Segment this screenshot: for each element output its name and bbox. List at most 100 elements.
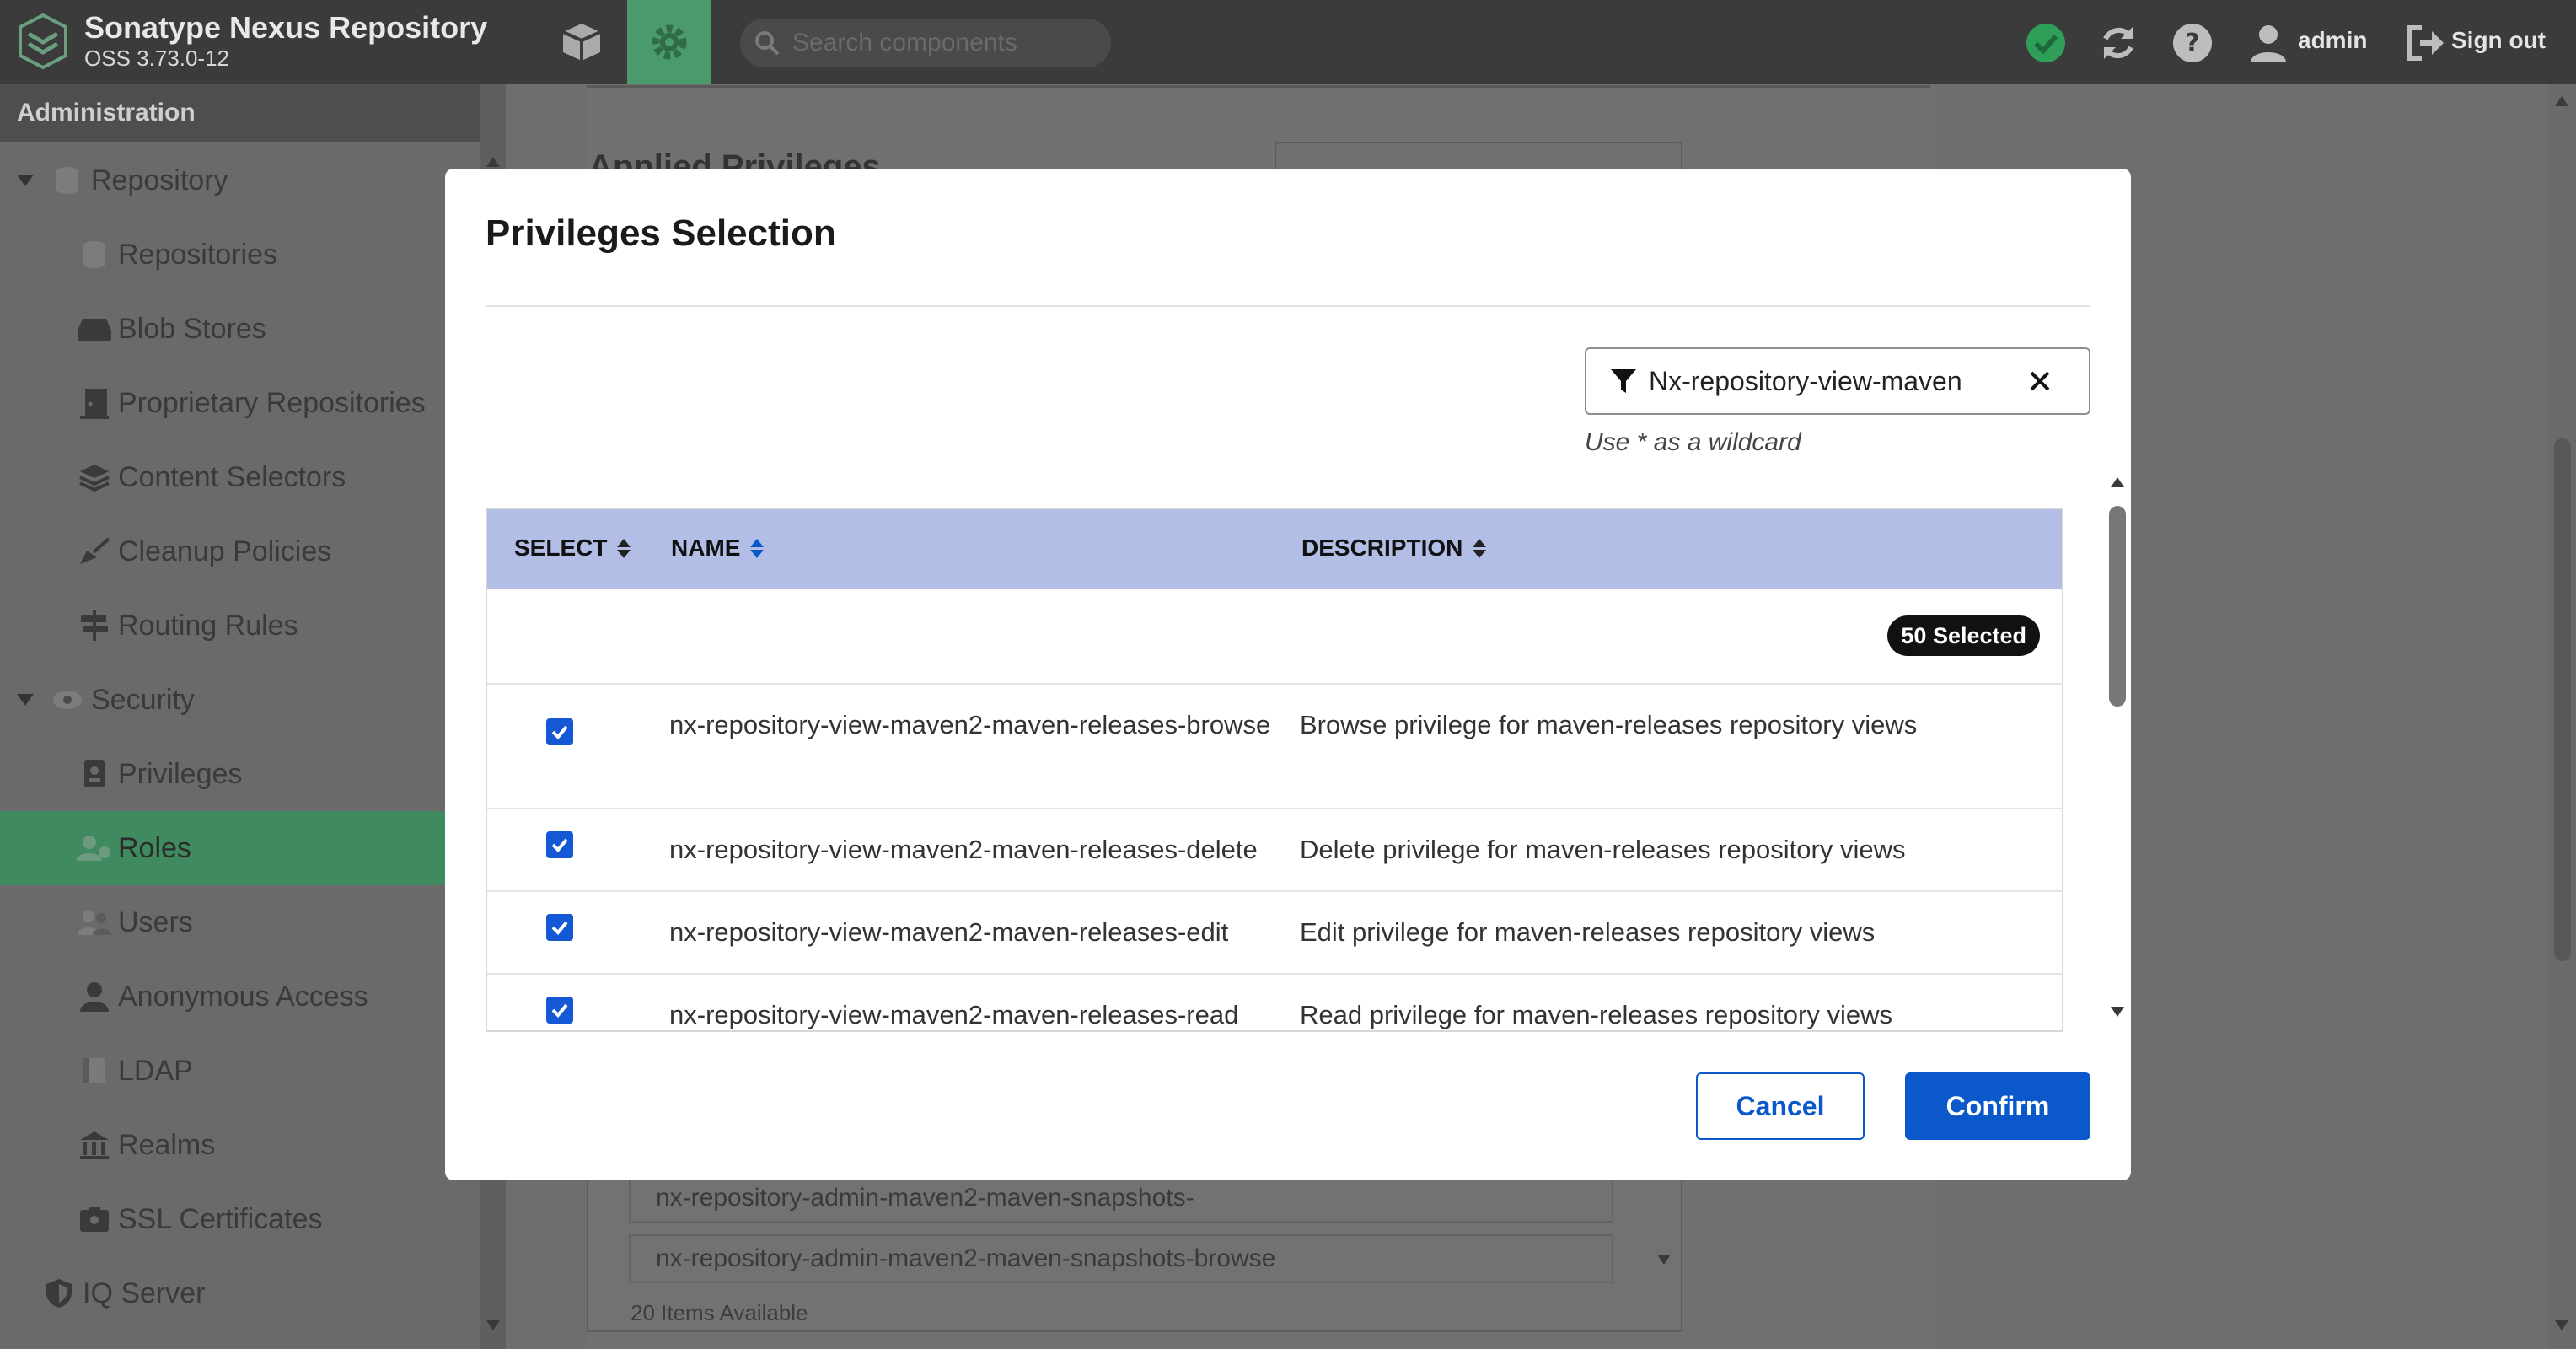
- sidebar-item-label: IQ Server: [83, 1276, 206, 1309]
- box-icon: [562, 24, 601, 61]
- sidebar-item-realms[interactable]: Realms: [0, 1108, 480, 1182]
- search-input[interactable]: [792, 29, 1096, 57]
- dialog-title: Privileges Selection: [486, 212, 836, 254]
- admin-sidebar: Administration Repository Repositories B…: [0, 84, 506, 1349]
- id-badge-icon: [76, 755, 113, 793]
- building-icon: [76, 1126, 113, 1164]
- sign-out-icon-wrap[interactable]: [2404, 20, 2450, 66]
- table-scroll-thumb[interactable]: [2109, 506, 2126, 707]
- sidebar-item-label: Security: [91, 683, 195, 716]
- sidebar-item-label: Repositories: [118, 238, 277, 271]
- sidebar-item-ssl-certificates[interactable]: SSL Certificates: [0, 1182, 480, 1256]
- confirm-button[interactable]: Confirm: [1905, 1072, 2090, 1140]
- app-version: OSS 3.73.0-12: [84, 46, 229, 71]
- sidebar-item-roles[interactable]: Roles: [0, 811, 480, 885]
- sidebar-item-blob-stores[interactable]: Blob Stores: [0, 292, 480, 366]
- search-icon: [755, 31, 780, 56]
- sidebar-item-anonymous-access[interactable]: Anonymous Access: [0, 959, 480, 1034]
- table-row[interactable]: nx-repository-view-maven2-maven-releases…: [487, 892, 2062, 975]
- privilege-filter[interactable]: [1585, 347, 2090, 415]
- scroll-down-arrow-icon[interactable]: [2555, 1320, 2568, 1330]
- refresh-button[interactable]: [2096, 20, 2141, 66]
- sidebar-item-repository[interactable]: Repository: [0, 143, 480, 218]
- sort-icon: [1473, 538, 1487, 558]
- cancel-button[interactable]: Cancel: [1696, 1072, 1865, 1140]
- sidebar-item-iq-server[interactable]: IQ Server: [0, 1256, 480, 1330]
- privilege-description: Read privilege for maven-releases reposi…: [1300, 1000, 1892, 1029]
- database-icon: [76, 236, 113, 273]
- privilege-name: nx-repository-view-maven2-maven-releases…: [669, 1000, 1239, 1029]
- sidebar-item-label: Proprietary Repositories: [118, 386, 426, 419]
- checkmark-icon: [551, 921, 568, 935]
- sidebar-item-label: Realms: [118, 1128, 216, 1161]
- sidebar-item-label: Users: [118, 906, 193, 938]
- status-button[interactable]: [2023, 20, 2069, 66]
- list-scroll-down-icon[interactable]: [1657, 1255, 1671, 1265]
- gear-icon: [652, 24, 687, 60]
- sidebar-item-label: Routing Rules: [118, 609, 298, 642]
- privileges-table: SELECT NAME DESCRIPTION 50 Selected nx-r…: [486, 508, 2063, 1032]
- privilege-name: nx-repository-view-maven2-maven-releases…: [669, 917, 1229, 947]
- user-icon: [2251, 25, 2286, 62]
- filter-icon: [1611, 369, 1636, 393]
- sidebar-item-routing-rules[interactable]: Routing Rules: [0, 589, 480, 663]
- expand-caret-icon[interactable]: [17, 694, 34, 706]
- privileges-selection-dialog: Privileges Selection Use * as a wildcard…: [445, 169, 2131, 1180]
- list-item[interactable]: nx-repository-admin-maven2-maven-snapsho…: [629, 1234, 1613, 1283]
- broom-icon: [76, 533, 113, 570]
- filter-input[interactable]: [1649, 365, 2011, 397]
- sidebar-item-repositories[interactable]: Repositories: [0, 218, 480, 292]
- sidebar-item-ldap[interactable]: LDAP: [0, 1034, 480, 1108]
- sidebar-section-title: Administration: [0, 84, 506, 142]
- user-menu-button[interactable]: [2246, 20, 2291, 66]
- sort-icon: [617, 538, 631, 558]
- help-button[interactable]: ?: [2170, 20, 2215, 66]
- user-group-icon: [76, 830, 113, 867]
- sign-out-link[interactable]: Sign out: [2451, 27, 2546, 54]
- sidebar-item-security[interactable]: Security: [0, 663, 480, 737]
- scroll-down-arrow-icon[interactable]: [486, 1320, 500, 1330]
- available-privileges-list[interactable]: nx-repository-admin-maven2-maven-snapsho…: [587, 1172, 1682, 1332]
- sidebar-item-proprietary-repositories[interactable]: Proprietary Repositories: [0, 366, 480, 440]
- sidebar-item-users[interactable]: Users: [0, 885, 480, 959]
- sidebar-item-content-selectors[interactable]: Content Selectors: [0, 440, 480, 514]
- sidebar-item-privileges[interactable]: Privileges: [0, 737, 480, 811]
- page-scroll-thumb[interactable]: [2554, 438, 2571, 961]
- browse-nav-button[interactable]: [539, 0, 624, 84]
- expand-caret-icon[interactable]: [17, 175, 34, 186]
- refresh-icon: [2103, 27, 2133, 59]
- column-header-name[interactable]: NAME: [671, 535, 765, 562]
- user-name-label[interactable]: admin: [2298, 27, 2367, 54]
- scroll-up-arrow-icon[interactable]: [2555, 96, 2568, 106]
- clear-filter-icon[interactable]: [2028, 369, 2052, 393]
- scroll-down-arrow-icon[interactable]: [2111, 1007, 2124, 1017]
- table-row[interactable]: nx-repository-view-maven2-maven-releases…: [487, 975, 2062, 1030]
- scroll-up-arrow-icon[interactable]: [2111, 477, 2124, 487]
- search-box[interactable]: [740, 19, 1111, 67]
- table-row[interactable]: nx-repository-view-maven2-maven-releases…: [487, 685, 2062, 809]
- row-checkbox[interactable]: [546, 914, 573, 941]
- privilege-name: nx-repository-view-maven2-maven-releases…: [669, 710, 1271, 739]
- sidebar-item-label: Anonymous Access: [118, 980, 368, 1013]
- table-row[interactable]: nx-repository-view-maven2-maven-releases…: [487, 809, 2062, 892]
- svg-text:?: ?: [2185, 29, 2199, 58]
- checkmark-icon: [551, 1003, 568, 1018]
- door-icon: [76, 384, 113, 422]
- certificate-icon: [76, 1201, 113, 1238]
- column-header-description[interactable]: DESCRIPTION: [1301, 535, 1487, 562]
- scroll-up-arrow-icon[interactable]: [486, 157, 500, 167]
- table-header: SELECT NAME DESCRIPTION: [487, 509, 2062, 589]
- hard-drive-icon: [76, 310, 113, 347]
- row-checkbox[interactable]: [546, 831, 573, 858]
- admin-nav-button[interactable]: [627, 0, 711, 84]
- sidebar-item-cleanup-policies[interactable]: Cleanup Policies: [0, 514, 480, 589]
- sidebar-item-label: Repository: [91, 164, 228, 196]
- checkmark-icon: [551, 838, 568, 852]
- privilege-description: Edit privilege for maven-releases reposi…: [1300, 917, 1876, 947]
- row-checkbox[interactable]: [546, 718, 573, 745]
- sidebar-item-label: SSL Certificates: [118, 1202, 323, 1235]
- list-item[interactable]: nx-repository-admin-maven2-maven-snapsho…: [629, 1174, 1613, 1223]
- column-header-select[interactable]: SELECT: [514, 535, 631, 562]
- privilege-name: nx-repository-view-maven2-maven-releases…: [669, 835, 1258, 864]
- row-checkbox[interactable]: [546, 997, 573, 1024]
